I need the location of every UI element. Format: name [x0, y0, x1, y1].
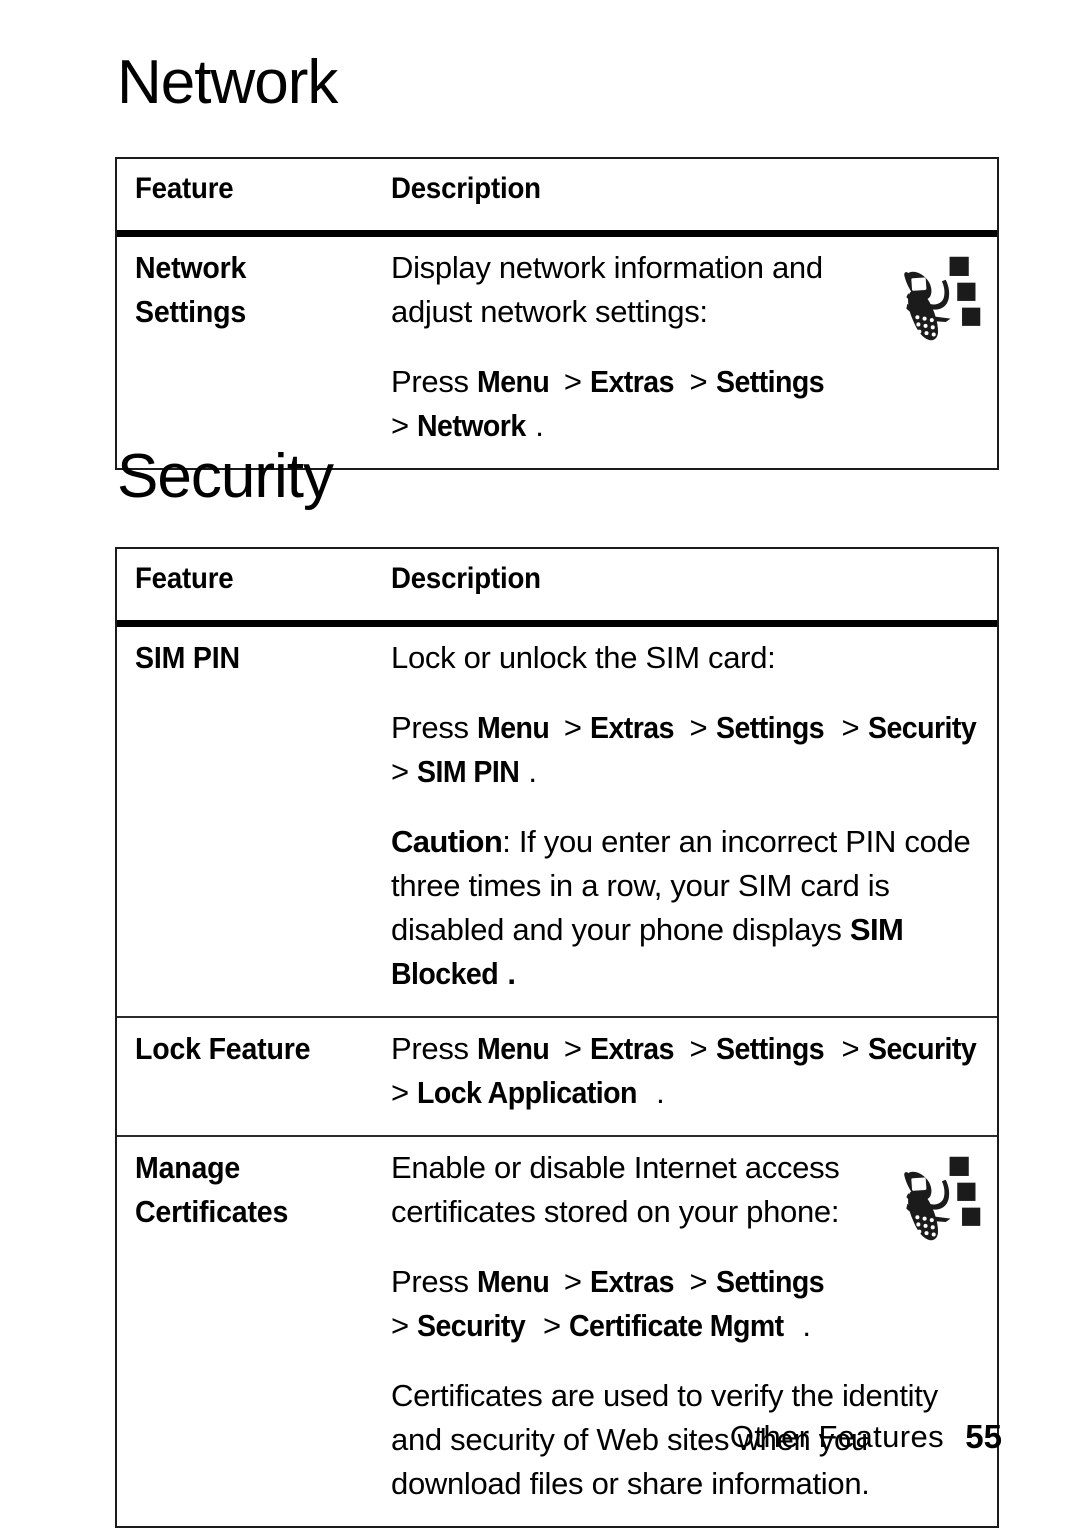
column-header-description: Description: [391, 562, 541, 595]
table-header-row: Feature Description: [117, 549, 997, 627]
feature-label-line: Lock Feature: [135, 1031, 311, 1066]
menu-path-line: > Security > Certificate Mgmt.: [391, 1304, 987, 1348]
security-feature-table: Feature Description SIM PIN Lock or unlo…: [115, 547, 999, 1528]
description-cell-lock-feature: Press Menu > Extras > Settings > Securit…: [375, 1018, 997, 1135]
page-title-network: Network: [117, 48, 338, 117]
document-page: Network Feature Description Network Sett…: [0, 0, 1080, 1528]
menu-token: Certificate Mgmt: [569, 1308, 784, 1343]
caution-line: three times in a row, your SIM card is: [391, 868, 890, 903]
footer-section-label: Other Features: [729, 1419, 944, 1454]
feature-cell-sim-pin: SIM PIN: [117, 627, 375, 1016]
footer-page-number: 55: [965, 1418, 1002, 1455]
page-title-security: Security: [117, 442, 334, 511]
menu-token: Extras: [590, 1264, 674, 1299]
menu-path-line: > Network.: [391, 404, 987, 448]
feature-label-line: SIM PIN: [135, 640, 240, 675]
menu-path-paragraph: Press Menu > Extras > Settings > Securit…: [391, 1260, 987, 1348]
feature-label-line: Manage: [135, 1150, 241, 1185]
menu-token: Security: [867, 1031, 977, 1066]
column-header-feature: Feature: [135, 562, 234, 595]
menu-path-paragraph: Press Menu > Extras > Settings > Securit…: [391, 1027, 987, 1115]
menu-token: Lock Application: [417, 1075, 638, 1110]
description-cell-sim-pin: Lock or unlock the SIM card: Press Menu …: [375, 627, 997, 1016]
table-row: Lock Feature Press Menu > Extras > Setti…: [117, 1016, 997, 1135]
description-paragraph: Lock or unlock the SIM card:: [391, 636, 987, 680]
menu-token: Menu: [477, 1264, 550, 1299]
menu-path-line: Press Menu > Extras > Settings > Securit…: [391, 706, 987, 750]
menu-token: Settings: [715, 364, 825, 399]
caution-line: disabled and your phone displays SIM: [391, 912, 904, 947]
menu-token: Network: [417, 408, 526, 443]
description-line: download files or share information.: [391, 1466, 870, 1501]
menu-token: Security: [417, 1308, 526, 1343]
header-cell-description: Description: [375, 549, 997, 620]
description-cell-manage-certificates: Enable or disable Internet access certif…: [375, 1137, 997, 1526]
header-cell-description: Description: [375, 159, 997, 230]
menu-token: Settings: [715, 710, 825, 745]
menu-token: Menu: [477, 710, 550, 745]
menu-token: Settings: [715, 1264, 825, 1299]
caution-paragraph: Caution: If you enter an incorrect PIN c…: [391, 820, 987, 996]
table-row: SIM PIN Lock or unlock the SIM card: Pre…: [117, 627, 997, 1016]
menu-path-line: > SIM PIN.: [391, 750, 987, 794]
flip-phone-network-icon: [904, 1156, 981, 1241]
description-line: Lock or unlock the SIM card:: [391, 640, 776, 675]
menu-path-line: Press Menu > Extras > Settings: [391, 1260, 987, 1304]
feature-cell-manage-certificates: Manage Certificates: [117, 1137, 375, 1526]
caution-label: Caution: [391, 824, 503, 859]
header-cell-feature: Feature: [117, 549, 375, 620]
menu-token: Menu: [477, 1031, 550, 1066]
table-row: Network Settings Display network informa…: [117, 237, 997, 468]
caution-line: Blocked.: [391, 952, 987, 996]
description-line: Certificates are used to verify the iden…: [391, 1378, 938, 1413]
caution-line: Caution: If you enter an incorrect PIN c…: [391, 824, 971, 859]
feature-label-line: Settings: [135, 294, 247, 329]
menu-token: Extras: [590, 364, 674, 399]
menu-path-line: Press Menu > Extras > Settings: [391, 360, 987, 404]
status-text: SIM: [849, 912, 904, 947]
flip-phone-network-icon: [904, 256, 981, 341]
column-header-description: Description: [391, 172, 541, 205]
header-cell-feature: Feature: [117, 159, 375, 230]
menu-token: Menu: [477, 364, 550, 399]
feature-label-line: Network: [135, 250, 247, 285]
feature-cell-lock-feature: Lock Feature: [117, 1018, 375, 1135]
menu-path-line: > Lock Application.: [391, 1071, 987, 1115]
column-header-feature: Feature: [135, 172, 234, 205]
menu-token: Security: [867, 710, 977, 745]
menu-token: Extras: [590, 1031, 674, 1066]
menu-token: Settings: [715, 1031, 825, 1066]
status-text: Blocked: [391, 956, 499, 991]
menu-path-line: Press Menu > Extras > Settings > Securit…: [391, 1027, 987, 1071]
menu-path-paragraph: Press Menu > Extras > Settings > Securit…: [391, 706, 987, 794]
page-footer: Other Features 55: [0, 1416, 1080, 1462]
feature-cell-network-settings: Network Settings: [117, 237, 375, 468]
table-header-row: Feature Description: [117, 159, 997, 237]
menu-token: Extras: [590, 710, 674, 745]
feature-label-line: Certificates: [135, 1194, 289, 1229]
network-feature-table: Feature Description Network Settings Dis…: [115, 157, 999, 470]
menu-path-paragraph: Press Menu > Extras > Settings > Network…: [391, 360, 987, 448]
menu-token: SIM PIN: [417, 754, 520, 789]
table-row: Manage Certificates Enable or disable In…: [117, 1135, 997, 1526]
description-cell-network-settings: Display network information and adjust n…: [375, 237, 997, 468]
